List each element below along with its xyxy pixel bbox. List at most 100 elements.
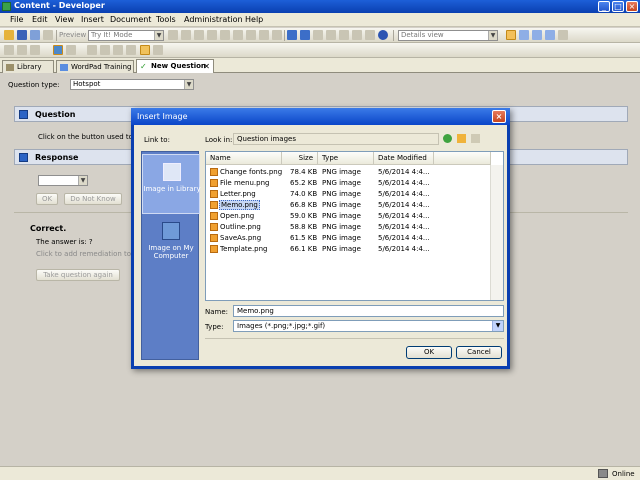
close-button[interactable]: ×: [626, 1, 638, 12]
menu-tools[interactable]: Tools: [156, 15, 176, 24]
link-manager-icon[interactable]: [259, 30, 269, 40]
delete-icon[interactable]: [220, 30, 230, 40]
record-icon[interactable]: [153, 45, 163, 55]
file-row[interactable]: SaveAs.png 61.5 KB PNG image 5/6/2014 4:…: [206, 233, 503, 243]
new-section-icon[interactable]: [4, 45, 14, 55]
layout-options-icon[interactable]: [558, 30, 568, 40]
file-row-selected[interactable]: Memo.png 66.8 KB PNG image 5/6/2014 4:4.…: [206, 200, 503, 210]
layout-single-icon[interactable]: [506, 30, 516, 40]
menu-help[interactable]: Help: [245, 15, 263, 24]
check-in-icon[interactable]: [313, 30, 323, 40]
dialog-ok-button[interactable]: OK: [406, 346, 452, 359]
file-row[interactable]: Change fonts.png 78.4 KB PNG image 5/6/2…: [206, 167, 503, 177]
column-size[interactable]: Size: [282, 152, 318, 165]
take-question-again-button[interactable]: Take question again: [36, 269, 120, 281]
column-name[interactable]: Name: [206, 152, 282, 165]
dialog-cancel-button[interactable]: Cancel: [456, 346, 502, 359]
file-row[interactable]: File menu.png 65.2 KB PNG image 5/6/2014…: [206, 178, 503, 188]
properties-icon[interactable]: [233, 30, 243, 40]
file-name: Outline.png: [220, 223, 261, 231]
tab-wordpad-training[interactable]: WordPad Training: [56, 60, 134, 73]
computer-image-icon: [162, 222, 180, 240]
tab-library[interactable]: Library: [2, 60, 54, 73]
menu-edit[interactable]: Edit: [32, 15, 48, 24]
move-up-icon[interactable]: [87, 45, 97, 55]
file-type-label: Type:: [205, 323, 224, 331]
place-image-in-library[interactable]: Image in Library: [142, 154, 201, 214]
undo-icon[interactable]: [287, 30, 297, 40]
do-not-know-button[interactable]: Do Not Know: [64, 193, 122, 205]
maximize-button[interactable]: □: [612, 1, 624, 12]
menu-file[interactable]: File: [10, 15, 23, 24]
new-topic-icon[interactable]: [17, 45, 27, 55]
new-document-icon[interactable]: [30, 45, 40, 55]
find-icon[interactable]: [168, 30, 178, 40]
menu-bar: File Edit View Insert Document Tools Adm…: [0, 13, 640, 27]
move-down-icon[interactable]: [100, 45, 110, 55]
check-out-icon[interactable]: [326, 30, 336, 40]
new-folder-icon[interactable]: [471, 134, 480, 143]
indent-icon[interactable]: [113, 45, 123, 55]
layout-split-icon[interactable]: [519, 30, 529, 40]
menu-view[interactable]: View: [55, 15, 74, 24]
file-type-select[interactable]: Images (*.png;*.jpg;*.gif) ▼: [233, 320, 504, 332]
response-select[interactable]: ▼: [38, 175, 88, 186]
menu-insert[interactable]: Insert: [81, 15, 104, 24]
ok-button[interactable]: OK: [36, 193, 58, 205]
place-image-on-my-computer[interactable]: Image on My Computer: [142, 214, 200, 274]
copy-icon[interactable]: [194, 30, 204, 40]
mode-combo[interactable]: Try It! Mode ▼: [88, 30, 164, 41]
open-icon[interactable]: [4, 30, 14, 40]
menu-administration[interactable]: Administration: [184, 15, 243, 24]
minimize-button[interactable]: _: [598, 1, 610, 12]
look-in-field[interactable]: Question images: [233, 133, 439, 145]
places-bar: Image in Library Image on My Computer: [141, 151, 201, 360]
link-icon[interactable]: [246, 30, 256, 40]
png-file-icon: [210, 245, 218, 253]
file-row[interactable]: Template.png 66.1 KB PNG image 5/6/2014 …: [206, 244, 503, 254]
cut-icon[interactable]: [181, 30, 191, 40]
file-list-scrollbar[interactable]: [490, 165, 503, 300]
file-row[interactable]: Outline.png 58.8 KB PNG image 5/6/2014 4…: [206, 222, 503, 232]
insert-image-icon[interactable]: [53, 45, 63, 55]
dialog-close-button[interactable]: ×: [492, 110, 506, 123]
document-icon: [60, 64, 68, 71]
remediation-link[interactable]: Click to add remediation to: [36, 250, 131, 258]
back-icon[interactable]: [443, 134, 452, 143]
preview-button[interactable]: Preview: [59, 31, 86, 39]
insert-package-icon[interactable]: [66, 45, 76, 55]
sort-icon[interactable]: [365, 30, 375, 40]
file-date: 5/6/2014 4:4...: [378, 212, 430, 220]
file-row[interactable]: Open.png 59.0 KB PNG image 5/6/2014 4:4.…: [206, 211, 503, 221]
redo-icon[interactable]: [300, 30, 310, 40]
menu-document[interactable]: Document: [110, 15, 151, 24]
tab-new-question-label: New Question: [151, 62, 206, 70]
save-icon[interactable]: [17, 30, 27, 40]
file-name-input-value: Memo.png: [237, 307, 274, 315]
help-icon[interactable]: [378, 30, 388, 40]
png-file-icon: [210, 190, 218, 198]
history-icon[interactable]: [339, 30, 349, 40]
question-type-select[interactable]: Hotspot ▼: [70, 79, 194, 90]
paste-icon[interactable]: [207, 30, 217, 40]
tab-new-question[interactable]: ✓ New Question ✕: [136, 59, 214, 73]
up-folder-icon[interactable]: [457, 134, 466, 143]
spell-check-icon[interactable]: [272, 30, 282, 40]
layout-panes-icon[interactable]: [545, 30, 555, 40]
chevron-down-icon: ▼: [488, 31, 497, 40]
search-icon[interactable]: [352, 30, 362, 40]
view-combo[interactable]: Details view ▼: [398, 30, 498, 41]
column-date-modified[interactable]: Date Modified: [374, 152, 434, 165]
close-tab-icon[interactable]: ✕: [203, 62, 210, 71]
tab-wordpad-training-label: WordPad Training: [71, 63, 132, 71]
print-icon[interactable]: [43, 30, 53, 40]
file-name-input[interactable]: Memo.png: [233, 305, 504, 317]
edit-pencil-icon[interactable]: [140, 45, 150, 55]
tab-library-label: Library: [17, 63, 42, 71]
question-text[interactable]: Click on the button used to: [38, 133, 133, 141]
layout-columns-icon[interactable]: [532, 30, 542, 40]
column-type[interactable]: Type: [318, 152, 374, 165]
outdent-icon[interactable]: [126, 45, 136, 55]
file-row[interactable]: Letter.png 74.0 KB PNG image 5/6/2014 4:…: [206, 189, 503, 199]
publish-icon[interactable]: [30, 30, 40, 40]
